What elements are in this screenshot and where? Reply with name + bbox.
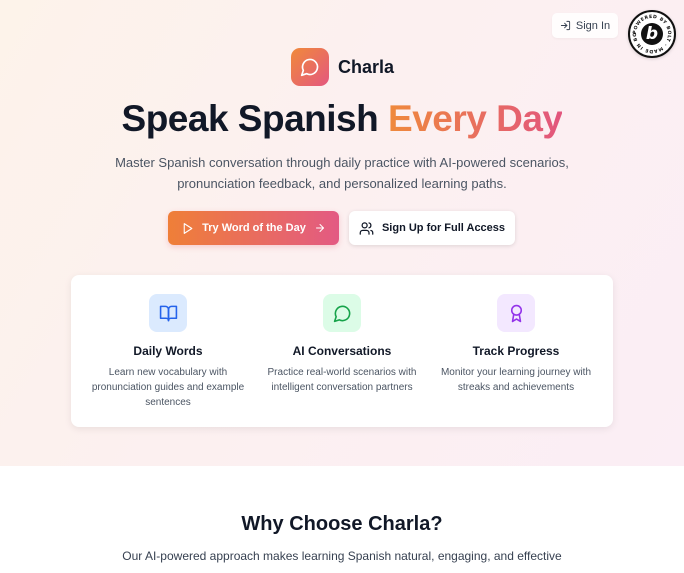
features-card: Daily Words Learn new vocabulary with pr… [71,275,613,427]
brand: Charla [291,48,394,86]
headline-accent: Every Day [388,98,563,139]
users-icon [359,221,374,235]
headline-main: Speak Spanish [121,98,389,139]
play-icon [183,222,193,234]
feature-title: Track Progress [472,344,560,358]
feature-daily-words: Daily Words Learn new vocabulary with pr… [78,275,258,410]
chat-bubble-icon [300,58,319,77]
award-icon [510,304,522,322]
hero-headline: Speak Spanish Every Day [0,98,684,140]
brand-logo [291,48,329,86]
sign-up-button[interactable]: Sign Up for Full Access [349,211,515,245]
bolt-badge[interactable]: POWERED BY BOLT · MADE IN BOLT · NEW b [628,10,676,58]
feature-icon-box [497,294,535,332]
feature-description: Practice real-world scenarios with intel… [267,367,417,393]
feature-title: Daily Words [133,344,203,358]
chat-bubble-icon [333,305,350,322]
why-choose-subtitle: Our AI-powered approach makes learning S… [122,549,562,563]
sign-in-icon [560,20,570,31]
feature-icon-box [323,294,361,332]
feature-title: AI Conversations [292,344,392,358]
feature-ai-conversations: AI Conversations Practice real-world sce… [252,275,432,395]
primary-cta-label: Try Word of the Day [202,222,306,234]
hero-subtitle: Master Spanish conversation through dail… [115,155,569,191]
secondary-cta-label: Sign Up for Full Access [381,222,506,234]
feature-icon-box [149,294,187,332]
feature-track-progress: Track Progress Monitor your learning jou… [426,275,606,395]
book-icon [159,305,177,321]
arrow-right-icon [315,224,324,232]
sign-in-button[interactable]: Sign In [552,13,618,38]
badge-ring: POWERED BY BOLT · MADE IN BOLT · NEW [630,12,672,54]
try-word-of-the-day-button[interactable]: Try Word of the Day [168,211,339,245]
brand-name: Charla [338,56,395,77]
why-choose-title: Why Choose Charla? [241,513,443,535]
badge-text: POWERED BY BOLT · MADE IN BOLT · NEW [630,12,672,54]
feature-description: Learn new vocabulary with pronunciation … [91,367,245,408]
sign-in-label: Sign In [575,19,611,32]
feature-description: Monitor your learning journey with strea… [440,367,592,393]
svg-text:POWERED BY BOLT · MADE IN BOLT: POWERED BY BOLT · MADE IN BOLT · NEW [630,12,672,54]
